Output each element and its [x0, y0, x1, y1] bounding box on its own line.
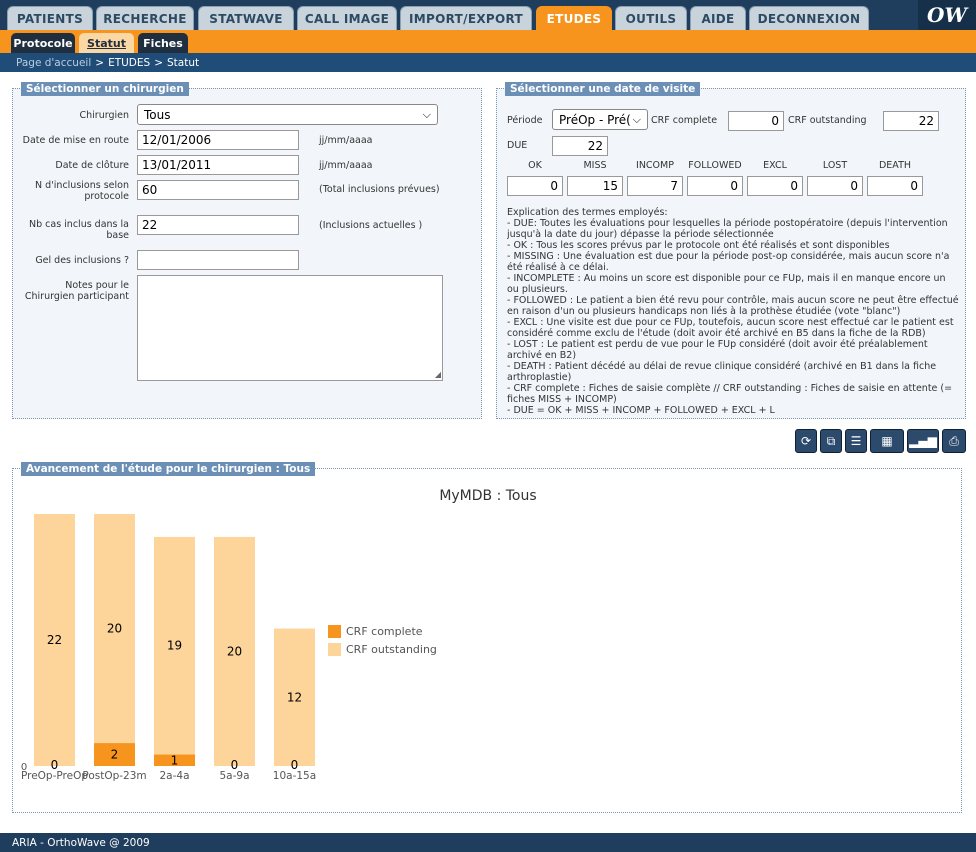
- explanation-line: Explication des termes employés:: [507, 207, 668, 218]
- crf-outstanding-label: CRF outstanding: [788, 115, 867, 126]
- incomp-count-input[interactable]: 7: [627, 176, 683, 196]
- ok-column-label: OK: [528, 160, 542, 171]
- followed-column-label: FOLLOWED: [688, 160, 742, 171]
- resize-grip-icon[interactable]: ◢: [435, 370, 441, 379]
- footer-text: ARIA - OrthoWave @ 2009: [12, 836, 150, 849]
- terms-explanation: Explication des termes employés: - DUE: …: [507, 207, 959, 434]
- chart-title: MyMDB : Tous: [439, 488, 537, 504]
- visit-panel-title: Sélectionner une date de visite: [505, 82, 701, 96]
- tab-deconnexion[interactable]: DECONNEXION: [749, 6, 869, 30]
- end-date-input[interactable]: 13/01/2011: [137, 155, 299, 175]
- explanation-line: - DUE: Toutes les évaluations pour lesqu…: [507, 218, 948, 240]
- death-count-input[interactable]: 0: [867, 176, 923, 196]
- tab-import-export[interactable]: IMPORT/EXPORT: [400, 6, 532, 30]
- footer: ARIA - OrthoWave @ 2009: [0, 833, 976, 852]
- crf-outstanding-input[interactable]: 22: [883, 111, 939, 131]
- breadcrumb-page: Statut: [167, 56, 200, 69]
- chevron-down-icon: ⌵: [422, 108, 431, 121]
- start-date-input[interactable]: 12/01/2006: [137, 130, 299, 150]
- miss-column-label: MISS: [583, 160, 607, 171]
- chirurgien-select[interactable]: Tous ⌵: [137, 104, 438, 125]
- notes-textarea[interactable]: ◢: [137, 275, 443, 381]
- copy-icon[interactable]: ⧉: [820, 429, 842, 453]
- subtab-fiches[interactable]: Fiches: [138, 33, 188, 53]
- subtab-statut[interactable]: Statut: [79, 33, 134, 53]
- surgeon-panel-title: Sélectionner un chirurgien: [21, 82, 189, 96]
- lost-count-input[interactable]: 0: [807, 176, 863, 196]
- explanation-line: - LOST : Le patient est perdu de vue pou…: [507, 339, 928, 361]
- start-date-label: Date de mise en route: [22, 135, 129, 146]
- inclusions-input[interactable]: 60: [137, 180, 299, 200]
- periode-label: Période: [507, 115, 543, 126]
- excl-count-input[interactable]: 0: [747, 176, 803, 196]
- surgeon-panel: Sélectionner un chirurgien Chirurgien To…: [12, 82, 482, 419]
- explanation-line: - INCOMPLETE : Au moins un score est dis…: [507, 273, 946, 295]
- death-column-label: DEATH: [878, 160, 912, 171]
- end-date-label: Date de clôture: [55, 160, 129, 171]
- due-input[interactable]: 22: [552, 136, 608, 156]
- breadcrumb: Page d'accueil > ETUDES > Statut: [0, 53, 976, 72]
- crf-complete-input[interactable]: 0: [728, 111, 784, 131]
- explanation-line: - OK : Tous les scores prévus par le pro…: [507, 240, 890, 251]
- breadcrumb-home-link[interactable]: Page d'accueil: [16, 57, 91, 69]
- inclusions-hint: (Total inclusions prévues): [319, 184, 440, 195]
- tab-outils[interactable]: OUTILS: [615, 6, 687, 30]
- chirurgien-label: Chirurgien: [79, 110, 130, 121]
- start-date-format-hint: jj/mm/aaaa: [319, 135, 373, 146]
- tab-patients[interactable]: PATIENTS: [7, 6, 93, 30]
- explanation-line: - DEATH : Patient décédé au délai de rev…: [507, 361, 937, 383]
- freeze-input[interactable]: [137, 250, 299, 270]
- orthowave-logo[interactable]: OW: [918, 0, 976, 30]
- crf-complete-label: CRF complete: [651, 115, 718, 126]
- breadcrumb-section[interactable]: ETUDES: [108, 57, 150, 69]
- subtab-protocole[interactable]: Protocole: [11, 33, 75, 53]
- tab-aide[interactable]: AIDE: [690, 6, 746, 30]
- ok-count-input[interactable]: 0: [507, 176, 563, 196]
- incomp-column-label: INCOMP: [636, 160, 674, 171]
- breadcrumb-separator: >: [154, 56, 163, 69]
- followed-count-input[interactable]: 0: [687, 176, 743, 196]
- explanation-line: - FOLLOWED : Le patient a bien été revu …: [507, 295, 959, 317]
- cases-label: Nb cas inclus dans la base: [29, 219, 129, 241]
- tab-call-image[interactable]: CALL IMAGE: [297, 6, 397, 30]
- cases-input[interactable]: 22: [137, 215, 299, 235]
- due-label: DUE: [507, 140, 528, 151]
- visit-panel: Sélectionner une date de visite Période …: [496, 82, 966, 419]
- chart-export-icon[interactable]: ▂▄▆: [907, 429, 939, 453]
- freeze-label: Gel des inclusions ?: [35, 255, 129, 266]
- tab-etudes[interactable]: ETUDES: [536, 6, 612, 30]
- tab-recherche[interactable]: RECHERCHE: [96, 6, 194, 30]
- periode-select[interactable]: PréOp - Pré( ⌵: [552, 109, 648, 130]
- chirurgien-selected-value: Tous: [144, 107, 171, 122]
- table-export-icon[interactable]: ▦: [870, 429, 904, 453]
- explanation-line: - CRF complete : Fiches de saisie complè…: [507, 383, 953, 405]
- periode-selected-value: PréOp - Pré(: [559, 112, 631, 127]
- tab-statwave[interactable]: STATWAVE: [198, 6, 294, 30]
- excl-column-label: EXCL: [763, 160, 787, 171]
- end-date-format-hint: jj/mm/aaaa: [319, 160, 373, 171]
- clipboard-icon[interactable]: ☰: [845, 429, 867, 453]
- breadcrumb-separator: >: [95, 56, 105, 69]
- miss-count-input[interactable]: 15: [567, 176, 623, 196]
- explanation-line: - EXCL : Une visite est due pour ce FUp,…: [507, 317, 954, 339]
- notes-label: Notes pour le Chirurgien participant: [24, 280, 129, 302]
- explanation-line: - DUE = OK + MISS + INCOMP + FOLLOWED + …: [507, 405, 775, 416]
- sub-nav: Protocole Statut Fiches: [0, 30, 976, 53]
- inclusions-label: N d'inclusions selon protocole: [35, 180, 129, 202]
- progress-panel: Avancement de l'étude pour le chirurgien…: [12, 462, 962, 813]
- progress-panel-title: Avancement de l'étude pour le chirurgien…: [21, 462, 316, 476]
- chevron-down-icon: ⌵: [632, 113, 641, 126]
- print-icon[interactable]: ⎙: [942, 429, 966, 453]
- explanation-line: - MISSING : Une évaluation est due pour …: [507, 251, 950, 273]
- cases-hint: (Inclusions actuelles ): [319, 220, 423, 231]
- main-nav: PATIENTS RECHERCHE STATWAVE CALL IMAGE I…: [0, 0, 976, 30]
- refresh-icon[interactable]: ⟳: [795, 429, 817, 453]
- lost-column-label: LOST: [822, 160, 848, 171]
